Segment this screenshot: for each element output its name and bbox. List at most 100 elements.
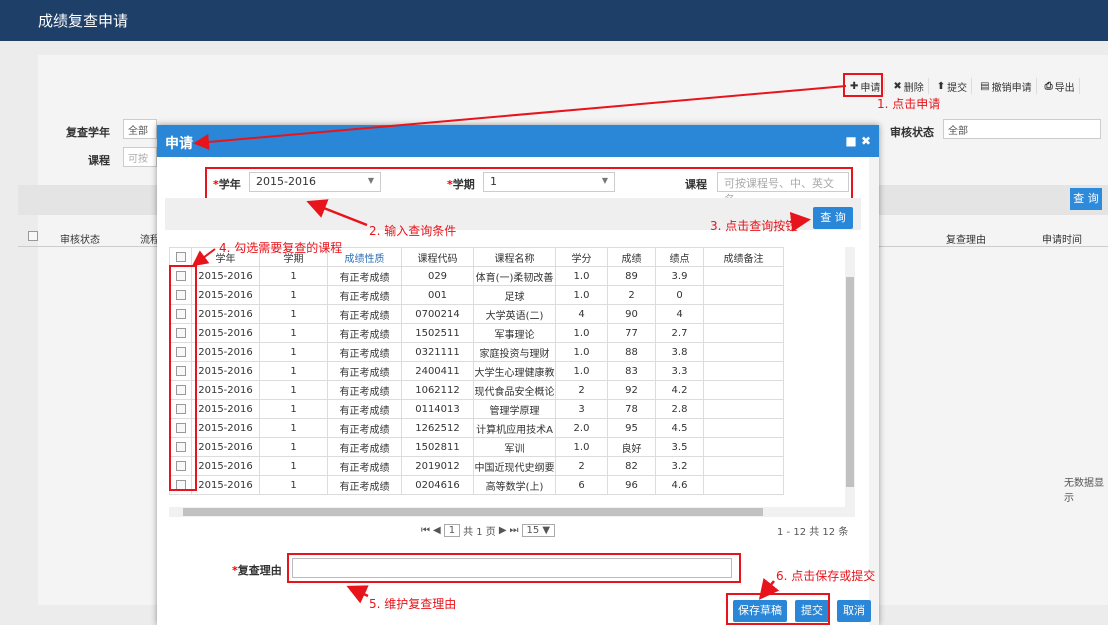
cell: 001 (401, 285, 474, 305)
cell: 029 (401, 266, 474, 286)
submit-label: 提交 (947, 82, 968, 94)
table-row[interactable]: 2015-2016 1 有正考成绩 029 体育(一)柔韧改善 1.0 89 3.9 (169, 266, 784, 286)
cell (703, 342, 784, 362)
cell: 0321111 (401, 342, 474, 362)
table-row[interactable]: 2015-2016 1 有正考成绩 0114013 管理学原理 3 78 2.8 (169, 399, 784, 419)
print-icon: ⎙ (1044, 80, 1053, 92)
table-row[interactable]: 2015-2016 1 有正考成绩 001 足球 1.0 2 0 (169, 285, 784, 305)
table-row[interactable]: 2015-2016 1 有正考成绩 1062112 现代食品安全概论 2 92 4.2 (169, 380, 784, 400)
cell: 现代食品安全概论 (473, 380, 556, 400)
table-row[interactable]: 2015-2016 1 有正考成绩 0321111 家庭投资与理财 1.0 88 3.8 (169, 342, 784, 362)
cell: 96 (607, 475, 656, 495)
page-input[interactable]: 1 (443, 524, 461, 537)
delete-button[interactable]: ✖ 删除 (889, 78, 929, 94)
cell (703, 380, 784, 400)
cell: 2015-2016 (191, 266, 260, 286)
pager-summary: 1 - 12 共 12 条 (777, 527, 849, 538)
close-icon[interactable]: ✖ (861, 134, 871, 148)
bg-col-reason: 复查理由 (946, 235, 986, 246)
table-body: 2015-2016 1 有正考成绩 029 体育(一)柔韧改善 1.0 89 3.9 2015… (169, 266, 784, 495)
cell: 有正考成绩 (327, 361, 402, 381)
cell: 2.7 (655, 323, 704, 343)
annotation-6: 6. 点击保存或提交 (776, 569, 876, 583)
cell: 2 (607, 285, 656, 305)
col-gpa: 绩点 (655, 247, 704, 267)
submit-toolbar-button[interactable]: ⬆ 提交 (933, 78, 973, 94)
cell (703, 304, 784, 324)
cell: 2015-2016 (191, 380, 260, 400)
annotation-box-apply (843, 73, 883, 97)
revoke-button[interactable]: ▤ 撤销申请 (976, 78, 1037, 94)
last-page-icon[interactable]: ⏭ (510, 525, 519, 536)
cell: 2 (555, 380, 608, 400)
next-page-icon[interactable]: ▶ (499, 525, 507, 536)
cell: 良好 (607, 437, 656, 457)
grid-horizontal-scrollbar[interactable] (169, 507, 855, 517)
page-size-select[interactable]: 15 ▼ (521, 524, 556, 537)
maximize-icon[interactable]: ■ (845, 134, 856, 148)
cell: 3.5 (655, 437, 704, 457)
no-data-text: 无数据显示 (1064, 478, 1104, 504)
course-table: 学年 学期 成绩性质 课程代码 课程名称 学分 成绩 绩点 成绩备注 2015-… (169, 247, 784, 495)
table-row[interactable]: 2015-2016 1 有正考成绩 1502811 军训 1.0 良好 3.5 (169, 437, 784, 457)
prev-page-icon[interactable]: ◀ (433, 525, 441, 536)
cell: 2015-2016 (191, 342, 260, 362)
filter-year-select[interactable]: 全部 (123, 119, 157, 139)
filter-status-select[interactable]: 全部 (943, 119, 1101, 139)
grid-vertical-scrollbar[interactable] (845, 247, 855, 509)
cell: 88 (607, 342, 656, 362)
select-all-checkbox[interactable] (169, 247, 192, 267)
pagination: ⏮ ◀ 1 共 1 页 ▶ ⏭ 15 ▼ (421, 523, 556, 538)
cell: 83 (607, 361, 656, 381)
checkbox[interactable] (28, 231, 38, 242)
table-row[interactable]: 2015-2016 1 有正考成绩 2019012 中国近现代史纲要 2 82 3.2 (169, 456, 784, 476)
annotation-box-buttons (726, 593, 830, 625)
table-row[interactable]: 2015-2016 1 有正考成绩 1262512 计算机应用技术A 2.0 95 4.5 (169, 418, 784, 438)
bg-col-status: 审核状态 (60, 235, 100, 246)
table-row[interactable]: 2015-2016 1 有正考成绩 0204616 高等数学(上) 6 96 4.6 (169, 475, 784, 495)
cell: 1 (259, 475, 328, 495)
bg-search-button[interactable]: 查 询 (1070, 188, 1102, 210)
first-page-icon[interactable]: ⏮ (421, 525, 430, 536)
cell: 89 (607, 266, 656, 286)
cancel-button[interactable]: 取消 (837, 600, 871, 622)
table-row[interactable]: 2015-2016 1 有正考成绩 1502511 军事理论 1.0 77 2.7 (169, 323, 784, 343)
cell: 中国近现代史纲要 (473, 456, 556, 476)
cell: 2.8 (655, 399, 704, 419)
filter-year-label: 复查学年 (66, 126, 110, 139)
cell: 1 (259, 342, 328, 362)
cell: 92 (607, 380, 656, 400)
filter-status-label: 审核状态 (890, 126, 934, 139)
cell: 1.0 (555, 323, 608, 343)
cell: 90 (607, 304, 656, 324)
cell: 1502511 (401, 323, 474, 343)
annotation-4: 4. 勾选需要复查的课程 (219, 241, 343, 255)
cell: 1 (259, 437, 328, 457)
table-row[interactable]: 2015-2016 1 有正考成绩 2400411 大学生心理健康教 1.0 83 3.3 (169, 361, 784, 381)
total-pages: 共 1 页 (463, 527, 496, 538)
cell: 4 (655, 304, 704, 324)
filter-course-input[interactable]: 可按 (123, 147, 157, 167)
revoke-icon: ▤ (980, 80, 990, 92)
cell: 2400411 (401, 361, 474, 381)
dialog-scrollbar[interactable] (869, 157, 879, 625)
cell: 家庭投资与理财 (473, 342, 556, 362)
cell: 1.0 (555, 361, 608, 381)
cell (703, 475, 784, 495)
cell (703, 361, 784, 381)
cell: 3.8 (655, 342, 704, 362)
reason-label: *复查理由 (232, 564, 282, 577)
cell: 2015-2016 (191, 285, 260, 305)
cell: 有正考成绩 (327, 380, 402, 400)
cell: 2.0 (555, 418, 608, 438)
annotation-1: 1. 点击申请 (877, 97, 941, 111)
title-bar: 成绩复查申请 (0, 0, 1108, 41)
table-row[interactable]: 2015-2016 1 有正考成绩 0700214 大学英语(二) 4 90 4 (169, 304, 784, 324)
cell (703, 323, 784, 343)
annotation-3: 3. 点击查询按钮 (710, 219, 798, 233)
dialog-search-button[interactable]: 查 询 (813, 207, 853, 229)
cell: 有正考成绩 (327, 456, 402, 476)
export-button[interactable]: ⎙ 导出 (1041, 78, 1080, 94)
col-name: 课程名称 (473, 247, 556, 267)
bg-col-time: 申请时间 (1042, 235, 1082, 246)
